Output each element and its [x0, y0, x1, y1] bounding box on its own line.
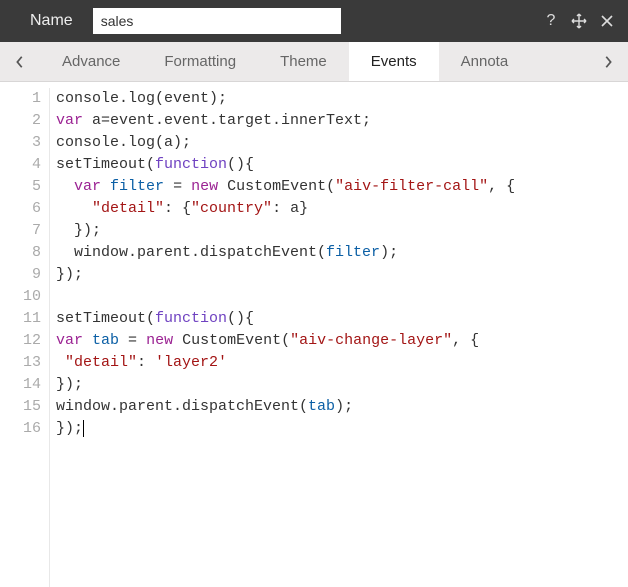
line-number: 6	[0, 198, 41, 220]
close-icon[interactable]	[598, 12, 616, 30]
line-number: 14	[0, 374, 41, 396]
code-line[interactable]: console.log(event);	[56, 88, 628, 110]
text-cursor	[83, 420, 84, 437]
line-number: 13	[0, 352, 41, 374]
line-gutter: 12345678910111213141516	[0, 88, 50, 587]
line-number: 12	[0, 330, 41, 352]
code-line[interactable]: var tab = new CustomEvent("aiv-change-la…	[56, 330, 628, 352]
line-number: 8	[0, 242, 41, 264]
code-line[interactable]	[56, 286, 628, 308]
tab-formatting[interactable]: Formatting	[142, 42, 258, 81]
tab-events[interactable]: Events	[349, 42, 439, 81]
name-input[interactable]	[93, 8, 341, 34]
tab-scroll-left[interactable]	[0, 42, 40, 81]
line-number: 5	[0, 176, 41, 198]
tabbar: Advance Formatting Theme Events Annota	[0, 42, 628, 82]
tab-scroll-right[interactable]	[588, 42, 628, 81]
line-number: 10	[0, 286, 41, 308]
code-editor[interactable]: 12345678910111213141516 console.log(even…	[0, 82, 628, 587]
line-number: 4	[0, 154, 41, 176]
line-number: 15	[0, 396, 41, 418]
code-line[interactable]: console.log(a);	[56, 132, 628, 154]
code-line[interactable]: setTimeout(function(){	[56, 154, 628, 176]
line-number: 7	[0, 220, 41, 242]
code-line[interactable]: });	[56, 264, 628, 286]
tab-advance[interactable]: Advance	[40, 42, 142, 81]
tabs-container: Advance Formatting Theme Events Annota	[40, 42, 588, 81]
window-controls: ?	[542, 12, 616, 30]
line-number: 3	[0, 132, 41, 154]
code-line[interactable]: });	[56, 220, 628, 242]
tab-annotations[interactable]: Annota	[439, 42, 531, 81]
code-line[interactable]: "detail": 'layer2'	[56, 352, 628, 374]
code-content[interactable]: console.log(event);var a=event.event.tar…	[50, 88, 628, 587]
code-line[interactable]: var filter = new CustomEvent("aiv-filter…	[56, 176, 628, 198]
code-line[interactable]: "detail": {"country": a}	[56, 198, 628, 220]
tab-theme[interactable]: Theme	[258, 42, 349, 81]
code-line[interactable]: var a=event.event.target.innerText;	[56, 110, 628, 132]
line-number: 11	[0, 308, 41, 330]
code-line[interactable]: });	[56, 418, 628, 440]
code-line[interactable]: });	[56, 374, 628, 396]
line-number: 2	[0, 110, 41, 132]
line-number: 9	[0, 264, 41, 286]
help-icon[interactable]: ?	[542, 12, 560, 30]
code-line[interactable]: window.parent.dispatchEvent(tab);	[56, 396, 628, 418]
line-number: 1	[0, 88, 41, 110]
titlebar: Name ?	[0, 0, 628, 42]
code-line[interactable]: window.parent.dispatchEvent(filter);	[56, 242, 628, 264]
code-line[interactable]: setTimeout(function(){	[56, 308, 628, 330]
move-icon[interactable]	[570, 12, 588, 30]
name-label: Name	[30, 12, 73, 30]
line-number: 16	[0, 418, 41, 440]
